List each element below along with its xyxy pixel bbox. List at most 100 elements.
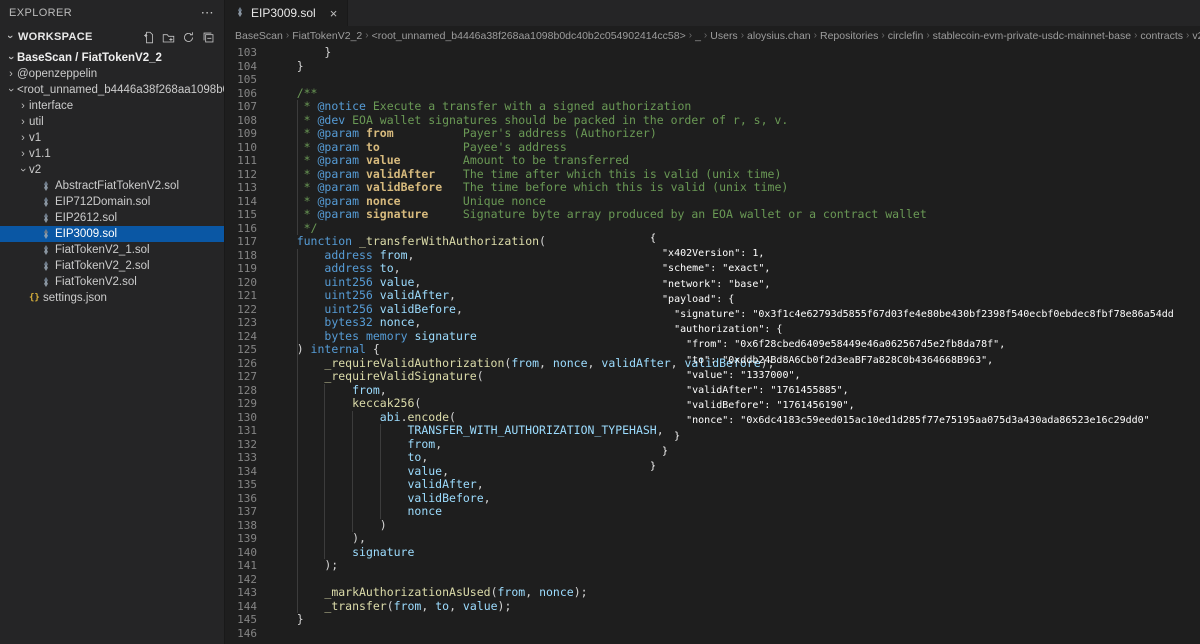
- chevron-down-icon: ›: [17, 164, 29, 176]
- breadcrumb-item[interactable]: Users: [710, 30, 737, 42]
- line-number: 139: [225, 532, 257, 546]
- tree-item-util[interactable]: ›util: [0, 114, 224, 130]
- breadcrumb-item[interactable]: <root_unnamed_b4446a38f268aa1098b0dc40b2…: [372, 30, 686, 42]
- more-actions-icon[interactable]: ⋯: [201, 5, 214, 21]
- code-line-content: bytes32 nonce,: [269, 316, 421, 330]
- breadcrumb-item[interactable]: Repositories: [820, 30, 878, 42]
- code-line[interactable]: 109 * @param from Payer's address (Autho…: [225, 127, 1200, 141]
- tree-item-label: v2: [29, 164, 41, 176]
- breadcrumb-separator-icon: ›: [926, 30, 929, 41]
- tree-item-eip3009-sol[interactable]: EIP3009.sol: [0, 226, 224, 242]
- code-line-content: _requireValidSignature(: [269, 370, 484, 384]
- collapse-all-icon[interactable]: [202, 31, 215, 44]
- code-line-content: address from,: [269, 249, 414, 263]
- tree-item-fiattokenv2-sol[interactable]: FiatTokenV2.sol: [0, 274, 224, 290]
- tree-item-v2[interactable]: ›v2: [0, 162, 224, 178]
- tree-item-fiattokenv2-1-sol[interactable]: FiatTokenV2_1.sol: [0, 242, 224, 258]
- code-line-content: * @dev EOA wallet signatures should be p…: [269, 114, 788, 128]
- tab-bar: EIP3009.sol ×: [225, 0, 1200, 26]
- code-line[interactable]: 115 * @param signature Signature byte ar…: [225, 208, 1200, 222]
- line-number: 142: [225, 573, 257, 587]
- line-number: 114: [225, 195, 257, 209]
- code-line[interactable]: 144 _transfer(from, to, value);: [225, 600, 1200, 614]
- code-line[interactable]: 107 * @notice Execute a transfer with a …: [225, 100, 1200, 114]
- breadcrumb-item[interactable]: circlefin: [888, 30, 924, 42]
- close-icon[interactable]: ×: [330, 6, 338, 21]
- code-line[interactable]: 145 }: [225, 613, 1200, 627]
- tree-item-root-unnamed-b4446a38f268aa1098b0d[interactable]: ›<root_unnamed_b4446a38f268aa1098b0d...: [0, 82, 224, 98]
- new-file-icon[interactable]: [142, 31, 155, 44]
- breadcrumb-item[interactable]: contracts: [1140, 30, 1183, 42]
- breadcrumb-item[interactable]: v2: [1192, 30, 1200, 42]
- tree-item-label: v1.1: [29, 148, 51, 160]
- code-line[interactable]: 111 * @param value Amount to be transfer…: [225, 154, 1200, 168]
- breadcrumb-separator-icon: ›: [1134, 30, 1137, 41]
- line-number: 140: [225, 546, 257, 560]
- code-line[interactable]: 106 /**: [225, 87, 1200, 101]
- code-line-content: );: [269, 559, 338, 573]
- tab-eip3009[interactable]: EIP3009.sol ×: [225, 0, 348, 26]
- breadcrumb: BaseScan›FiatTokenV2_2›<root_unnamed_b44…: [225, 26, 1200, 45]
- code-line[interactable]: 113 * @param validBefore The time before…: [225, 181, 1200, 195]
- refresh-icon[interactable]: [182, 31, 195, 44]
- line-number: 135: [225, 478, 257, 492]
- chevron-down-icon: ›: [5, 52, 17, 64]
- code-line[interactable]: 136 validBefore,: [225, 492, 1200, 506]
- chevron-right-icon: ›: [17, 100, 29, 112]
- new-folder-icon[interactable]: [162, 31, 175, 44]
- code-line-content: * @param value Amount to be transferred: [269, 154, 629, 168]
- breadcrumb-item[interactable]: aloysius.chan: [747, 30, 811, 42]
- code-line-content: * @param signature Signature byte array …: [269, 208, 927, 222]
- line-number: 126: [225, 357, 257, 371]
- code-line[interactable]: 112 * @param validAfter The time after w…: [225, 168, 1200, 182]
- tree-item-fiattokenv2-2-sol[interactable]: FiatTokenV2_2.sol: [0, 258, 224, 274]
- solidity-file-icon: [41, 276, 55, 288]
- tree-item-v1-1[interactable]: ›v1.1: [0, 146, 224, 162]
- code-line-content: * @param from Payer's address (Authorize…: [269, 127, 657, 141]
- breadcrumb-item[interactable]: _: [695, 30, 701, 42]
- code-line-content: _markAuthorizationAsUsed(from, nonce);: [269, 586, 588, 600]
- code-line-content: TRANSFER_WITH_AUTHORIZATION_TYPEHASH,: [269, 424, 664, 438]
- code-line[interactable]: 105: [225, 73, 1200, 87]
- code-line[interactable]: 139 ),: [225, 532, 1200, 546]
- code-line[interactable]: 143 _markAuthorizationAsUsed(from, nonce…: [225, 586, 1200, 600]
- code-line[interactable]: 114 * @param nonce Unique nonce: [225, 195, 1200, 209]
- code-line[interactable]: 137 nonce: [225, 505, 1200, 519]
- code-line[interactable]: 103 }: [225, 46, 1200, 60]
- tree-item-eip712domain-sol[interactable]: EIP712Domain.sol: [0, 194, 224, 210]
- tree-item-openzeppelin[interactable]: ›@openzeppelin: [0, 66, 224, 82]
- code-line[interactable]: 138 ): [225, 519, 1200, 533]
- code-line[interactable]: 108 * @dev EOA wallet signatures should …: [225, 114, 1200, 128]
- line-number: 146: [225, 627, 257, 641]
- tree-item-basescan-fiattokenv2-2[interactable]: ›BaseScan / FiatTokenV2_2: [0, 50, 224, 66]
- line-number: 117: [225, 235, 257, 249]
- line-number: 128: [225, 384, 257, 398]
- tree-item-label: FiatTokenV2.sol: [55, 276, 137, 288]
- code-line-content: uint256 validBefore,: [269, 303, 463, 317]
- line-number: 136: [225, 492, 257, 506]
- breadcrumb-item[interactable]: stablecoin-evm-private-usdc-mainnet-base: [933, 30, 1131, 42]
- line-number: 132: [225, 438, 257, 452]
- code-line-content: from,: [269, 384, 387, 398]
- workspace-section-header[interactable]: › WORKSPACE: [0, 26, 224, 48]
- tree-item-settings-json[interactable]: {}settings.json: [0, 290, 224, 306]
- tree-item-label: FiatTokenV2_1.sol: [55, 244, 150, 256]
- code-line[interactable]: 110 * @param to Payee's address: [225, 141, 1200, 155]
- breadcrumb-separator-icon: ›: [689, 30, 692, 41]
- code-line[interactable]: 141 );: [225, 559, 1200, 573]
- code-line[interactable]: 142: [225, 573, 1200, 587]
- line-number: 120: [225, 276, 257, 290]
- tree-item-label: BaseScan / FiatTokenV2_2: [17, 52, 162, 64]
- breadcrumb-item[interactable]: BaseScan: [235, 30, 283, 42]
- code-line[interactable]: 104 }: [225, 60, 1200, 74]
- tree-item-eip2612-sol[interactable]: EIP2612.sol: [0, 210, 224, 226]
- line-number: 109: [225, 127, 257, 141]
- code-line[interactable]: 140 signature: [225, 546, 1200, 560]
- breadcrumb-separator-icon: ›: [704, 30, 707, 41]
- breadcrumb-item[interactable]: FiatTokenV2_2: [292, 30, 362, 42]
- tree-item-abstractfiattokenv2-sol[interactable]: AbstractFiatTokenV2.sol: [0, 178, 224, 194]
- tree-item-v1[interactable]: ›v1: [0, 130, 224, 146]
- code-line[interactable]: 135 validAfter,: [225, 478, 1200, 492]
- tree-item-interface[interactable]: ›interface: [0, 98, 224, 114]
- code-line[interactable]: 146: [225, 627, 1200, 641]
